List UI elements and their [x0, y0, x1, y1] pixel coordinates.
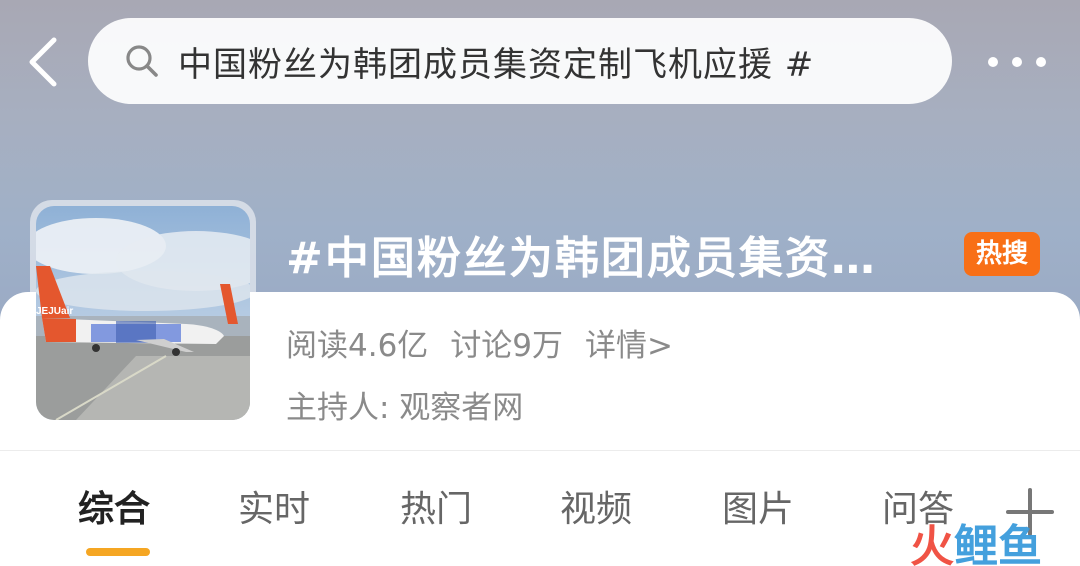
topic-cover[interactable]: JEJUair	[30, 200, 256, 426]
more-options-button[interactable]	[982, 44, 1052, 80]
read-count: 阅读4.6亿	[286, 327, 429, 364]
topic-host: 主持人: 观察者网	[286, 390, 524, 426]
tab-video[interactable]: 视频	[560, 480, 632, 532]
search-query-text: 中国粉丝为韩团成员集资定制飞机应援 #	[178, 44, 815, 85]
topic-title: #中国粉丝为韩团成员集资…	[286, 233, 877, 284]
cover-airline-text: JEJUair	[36, 306, 73, 317]
active-tab-indicator	[86, 548, 150, 556]
search-icon	[126, 45, 158, 77]
back-button[interactable]	[22, 34, 66, 90]
tab-realtime[interactable]: 实时	[238, 480, 310, 532]
divider	[0, 450, 1080, 451]
topic-stats: 阅读4.6亿 讨论9万 详情>	[286, 320, 695, 364]
more-dot-icon	[1036, 57, 1046, 67]
more-dot-icon	[988, 57, 998, 67]
discussion-count: 讨论9万	[450, 327, 564, 364]
search-bar[interactable]: 中国粉丝为韩团成员集资定制飞机应援 #	[88, 18, 952, 104]
chevron-left-icon	[29, 37, 57, 87]
details-link[interactable]: 详情>	[585, 320, 673, 365]
tab-images[interactable]: 图片	[722, 480, 794, 532]
watermark-fire-text: 火	[910, 521, 954, 566]
airplane-cover-image: JEJUair	[36, 206, 250, 420]
watermark-logo: 火鲤鱼	[910, 510, 1042, 566]
hot-search-badge: 热搜	[964, 232, 1040, 276]
watermark-name-text: 鲤鱼	[954, 521, 1042, 566]
tab-comprehensive[interactable]: 综合	[78, 480, 150, 532]
tab-hot[interactable]: 热门	[400, 480, 472, 532]
more-dot-icon	[1012, 57, 1022, 67]
